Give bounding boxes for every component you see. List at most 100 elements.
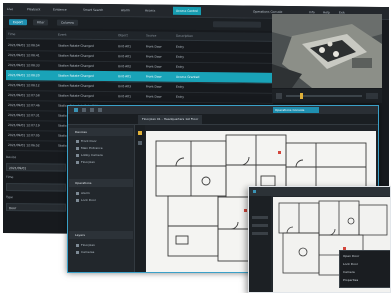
table-cell: Unit-A01	[118, 94, 131, 99]
zoom-icon[interactable]	[138, 141, 142, 145]
sidebar-entry[interactable]	[252, 216, 268, 219]
app-icon	[253, 190, 256, 193]
layout-icon[interactable]	[98, 108, 102, 112]
floorplan-detail-window: Open Door Lock Door Camera Properties	[248, 186, 391, 293]
date-field[interactable]: 2021/09/01	[6, 163, 66, 172]
col-event[interactable]: Event	[58, 33, 67, 37]
table-cell: 2021/09/01 12:08:41	[8, 53, 40, 58]
menu-live[interactable]: Live	[7, 6, 13, 12]
table-cell: Station Rotate Changed	[58, 73, 94, 78]
table-cell: 2021/09/01 12:08:20	[8, 73, 40, 78]
tree-item-lobby-camera[interactable]: Lobby Camera	[76, 153, 103, 157]
table-cell: Unit-A02	[118, 64, 131, 69]
home-icon[interactable]	[82, 108, 86, 112]
menu-access-control[interactable]: Access Control	[173, 6, 202, 16]
menu-camera[interactable]: Camera	[343, 270, 355, 274]
pin-icon[interactable]	[138, 131, 142, 135]
timeline-handle[interactable]	[300, 93, 303, 99]
map-tools	[135, 125, 145, 272]
time-label: Time	[6, 175, 14, 180]
table-cell: Unit-A03	[118, 84, 131, 89]
tree-item-cameras-layer[interactable]: Cameras	[76, 250, 94, 254]
table-cell: Station Rotate Changed	[58, 53, 94, 58]
menu-alarm[interactable]: Alarm	[121, 7, 130, 13]
door-icon	[76, 139, 79, 143]
table-cell: 2021/09/01 12:07:19	[8, 123, 40, 128]
grid-icon[interactable]	[90, 108, 94, 112]
filter-button[interactable]: Filter	[33, 19, 49, 26]
tree-item-floorplan[interactable]: Floorplan	[76, 160, 95, 164]
operations-console-button[interactable]: Operations Console	[273, 107, 319, 113]
sidebar-entry[interactable]	[252, 224, 268, 227]
tree-item-floorplan-layer[interactable]: Floorplan	[76, 243, 95, 247]
table-cell: 2021/09/01 12:08:33	[8, 63, 40, 68]
playback-controls	[272, 89, 382, 103]
front-titlebar	[249, 187, 390, 196]
table-cell: Front Door	[146, 74, 162, 79]
menu-evidence[interactable]: Evidence	[53, 7, 67, 13]
menu-lock-door[interactable]: Lock Door	[343, 262, 358, 266]
table-cell: 2021/09/01 12:06:52	[8, 143, 40, 148]
event-toolbar: Export Filter Columns	[3, 16, 273, 31]
type-label: Type	[6, 195, 13, 200]
layer-icon	[76, 250, 79, 254]
col-source[interactable]: Source	[146, 33, 156, 37]
device-label: Device	[6, 155, 17, 160]
timeline-slider[interactable]	[286, 95, 362, 97]
tab-floorplan[interactable]: Floorplan 01 - Headquarters 1st Floor	[138, 115, 203, 124]
menu-properties[interactable]: Properties	[343, 278, 358, 282]
front-sidebar	[249, 196, 271, 292]
section-devices[interactable]: Devices	[69, 128, 133, 136]
menu-open-door[interactable]: Open Door	[343, 254, 359, 258]
type-select[interactable]: Door	[6, 203, 66, 212]
table-cell: Front Door	[146, 54, 162, 59]
sidebar-entry[interactable]	[252, 232, 268, 235]
table-cell: Entry	[176, 84, 184, 89]
table-cell: Station Rotate Changed	[58, 93, 94, 98]
table-cell: 2021/09/01 12:07:46	[8, 103, 40, 108]
filter-panel: Device 2021/09/01 Time Type Door	[6, 153, 76, 234]
camera-image	[272, 14, 382, 88]
table-cell: Entry	[176, 44, 184, 49]
columns-button[interactable]: Columns	[57, 19, 79, 26]
table-cell: Station Rotate Changed	[58, 43, 94, 48]
table-cell: Entry	[176, 54, 184, 59]
time-field[interactable]	[6, 183, 66, 192]
section-layers[interactable]: Layers	[69, 231, 133, 239]
map-icon	[76, 160, 79, 164]
table-cell: Station Rotate Changed	[58, 63, 94, 68]
tree-item-front-door[interactable]: Front Door	[76, 139, 97, 143]
col-object[interactable]: Object	[118, 33, 128, 37]
speed-control[interactable]	[366, 93, 378, 99]
section-operations[interactable]: Operations	[69, 179, 133, 187]
menu-smart-search[interactable]: Smart Search	[83, 7, 103, 13]
table-cell: 2021/09/01 12:07:31	[8, 113, 40, 118]
table-cell: Entry	[176, 64, 184, 69]
tree-item-lock-door[interactable]: Lock Door	[76, 198, 96, 202]
table-cell: Unit-A01	[118, 54, 131, 59]
play-button[interactable]	[276, 93, 282, 99]
table-cell: 2021/09/01 12:08:54	[8, 43, 40, 48]
alarm-icon	[76, 191, 79, 195]
table-cell: Front Door	[146, 44, 162, 49]
camera-icon	[76, 153, 79, 157]
tree-item-main-entrance[interactable]: Main Entrance	[76, 146, 103, 150]
table-cell: Unit-A01	[118, 74, 131, 79]
camera-feed[interactable]	[272, 14, 382, 88]
col-description[interactable]: Description	[176, 34, 193, 38]
export-button[interactable]: Export	[9, 19, 27, 26]
table-cell: 2021/09/01 12:08:12	[8, 83, 40, 88]
col-time[interactable]: Time	[8, 32, 15, 36]
table-cell: Access Granted	[176, 74, 200, 80]
table-cell: Front Door	[146, 94, 162, 99]
tab-strip: Floorplan 01 - Headquarters 1st Floor	[68, 114, 378, 125]
table-cell: Unit-A01	[118, 44, 131, 49]
table-cell: 2021/09/01 12:07:58	[8, 93, 40, 98]
menu-access[interactable]: Access	[145, 7, 155, 13]
menu-playback[interactable]: Playback	[27, 6, 40, 12]
tree-item-alarm[interactable]: Alarm	[76, 191, 90, 195]
search-input[interactable]	[213, 21, 261, 28]
table-cell: 2021/09/01 12:07:05	[8, 133, 40, 138]
door-icon	[76, 146, 79, 150]
context-menu: Open Door Lock Door Camera Properties	[339, 250, 390, 288]
